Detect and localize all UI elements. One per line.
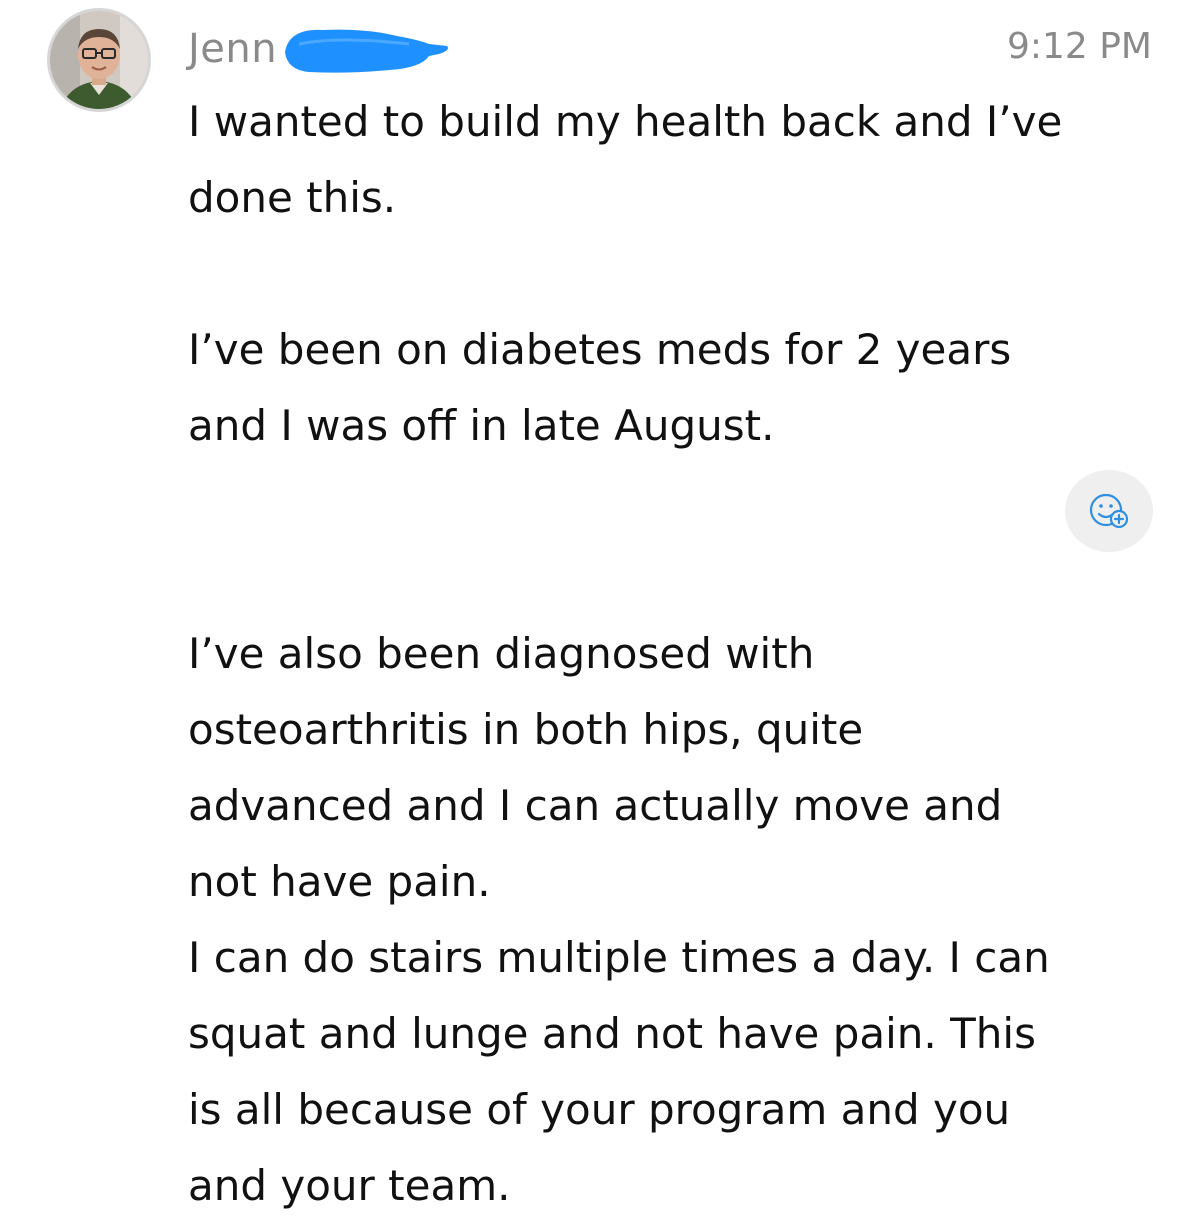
redaction-scribble-icon bbox=[279, 22, 454, 82]
message-line: and I was off in late August. bbox=[188, 401, 775, 450]
add-reaction-icon bbox=[1089, 493, 1129, 529]
message-body: I wanted to build my health back and I’v… bbox=[188, 84, 1158, 1224]
message-line: I’ve also been diagnosed with bbox=[188, 629, 815, 678]
message-paragraph: I’ve also been diagnosed with osteoarthr… bbox=[188, 616, 1158, 1224]
message-line: and your team. bbox=[188, 1161, 511, 1210]
message-line: squat and lunge and not have pain. This bbox=[188, 1009, 1036, 1058]
sender-name: Jenn bbox=[188, 26, 278, 72]
message-line: I can do stairs multiple times a day. I … bbox=[188, 933, 1050, 982]
message-line: is all because of your program and you bbox=[188, 1085, 1011, 1134]
sender-header: Jenn bbox=[188, 22, 454, 76]
sender-avatar[interactable] bbox=[47, 8, 151, 112]
message-line: I wanted to build my health back and I’v… bbox=[188, 97, 1063, 146]
message-line: osteoarthritis in both hips, quite bbox=[188, 705, 864, 754]
message-line: advanced and I can actually move and bbox=[188, 781, 1003, 830]
message-paragraph: I wanted to build my health back and I’v… bbox=[188, 84, 1158, 236]
avatar-photo bbox=[50, 11, 148, 109]
message-line: I’ve been on diabetes meds for 2 years bbox=[188, 325, 1012, 374]
message-line: not have pain. bbox=[188, 857, 491, 906]
message-paragraph: I’ve been on diabetes meds for 2 years a… bbox=[188, 312, 1158, 464]
add-reaction-button[interactable] bbox=[1065, 470, 1153, 552]
message-timestamp: 9:12 PM bbox=[1006, 26, 1152, 67]
message-line: done this. bbox=[188, 173, 397, 222]
